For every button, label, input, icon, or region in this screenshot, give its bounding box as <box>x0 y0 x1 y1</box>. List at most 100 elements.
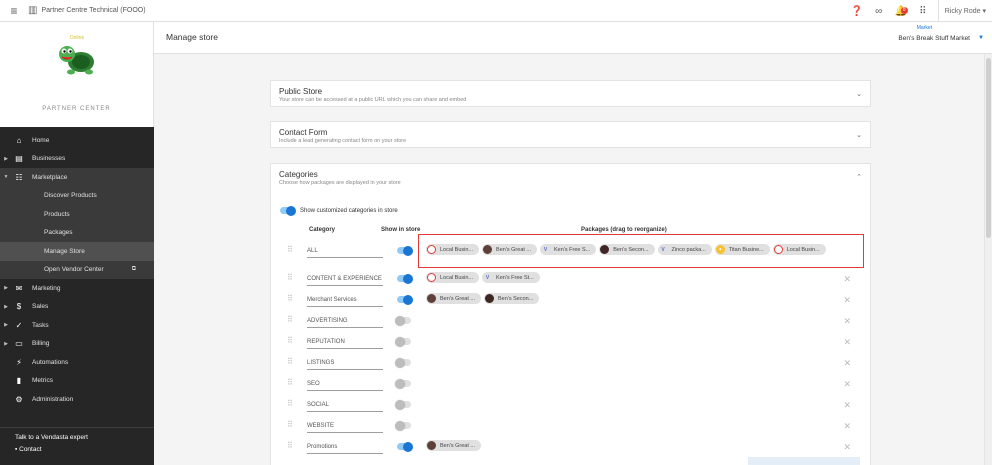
package-icon <box>427 273 436 282</box>
table-row: ⠿ LISTINGS ✕ <box>271 353 871 374</box>
sidebar-item-billing[interactable]: ▶ ▭ Billing <box>0 335 154 354</box>
package-chip[interactable]: Local Busin... <box>426 272 480 283</box>
chevron-down-icon[interactable]: ⌄ <box>856 90 862 98</box>
show-in-store-toggle[interactable] <box>395 315 411 326</box>
billing-icon: ▭ <box>15 339 23 349</box>
category-name-input[interactable]: SOCIAL <box>307 399 383 412</box>
public-store-panel[interactable]: Public Store Your store can be accessed … <box>270 80 871 107</box>
package-chip[interactable]: Ben's Secon... <box>483 293 540 304</box>
remove-category-icon[interactable]: ✕ <box>843 316 851 327</box>
brand-text: PARTNER CENTER <box>42 106 111 112</box>
drag-handle-icon[interactable]: ⠿ <box>287 378 293 387</box>
top-bar: ≡ ▥ Partner Centre Technical (FOOO) ❓ ∞ … <box>0 0 992 22</box>
show-customized-toggle[interactable] <box>280 205 296 216</box>
marketplace-submenu: Discover Products Products Packages Mana… <box>0 186 154 280</box>
drag-handle-icon[interactable]: ⠿ <box>287 336 293 345</box>
sidebar-item-marketplace[interactable]: ▼ ☷ Marketplace <box>0 168 154 187</box>
caret-right-icon: ▶ <box>4 322 8 329</box>
package-chip-label: Ben's Great ... <box>440 442 475 449</box>
caret-down-icon: ▼ <box>3 174 9 181</box>
sidebar-item-discover-products[interactable]: Discover Products <box>0 187 154 206</box>
show-in-store-toggle[interactable] <box>395 357 411 368</box>
package-icon: V <box>485 274 490 281</box>
package-icon <box>427 441 436 450</box>
sidebar-footer: Talk to a Vendasta expert ▪ Contact <box>0 427 154 465</box>
logo-text: Online <box>69 35 84 41</box>
contact-link[interactable]: ▪ Contact <box>15 446 139 453</box>
market-select[interactable]: Ben's Break Stuff Market <box>898 35 970 42</box>
scrollbar-thumb[interactable] <box>986 58 991 238</box>
sidebar-item-metrics[interactable]: ▮ Metrics <box>0 372 154 391</box>
remove-category-icon[interactable]: ✕ <box>843 274 851 285</box>
remove-category-icon[interactable]: ✕ <box>843 442 851 453</box>
help-icon[interactable]: ❓ <box>846 6 868 17</box>
remove-category-icon[interactable]: ✕ <box>843 358 851 369</box>
package-icon <box>427 294 436 303</box>
drag-handle-icon[interactable]: ⠿ <box>287 273 293 282</box>
category-name-input[interactable]: ADVERTISING <box>307 315 383 328</box>
user-menu[interactable]: Ricky Rode ▾ <box>945 7 992 15</box>
sidebar-item-manage-store[interactable]: Manage Store <box>0 242 154 261</box>
remove-category-icon[interactable]: ✕ <box>843 295 851 306</box>
remove-category-icon[interactable]: ✕ <box>843 379 851 390</box>
sidebar-item-businesses[interactable]: ▶ ▤ Businesses <box>0 150 154 169</box>
show-in-store-toggle[interactable] <box>395 420 411 431</box>
package-chip[interactable]: V Ken's Free St... <box>482 272 540 283</box>
sidebar-item-open-vendor-center[interactable]: Open Vendor Center ⧉ <box>0 261 154 280</box>
chevron-down-icon[interactable]: ⌄ <box>856 131 862 139</box>
sidebar-nav: ⌂ Home ▶ ▤ Businesses ▼ ☷ Marketplace Disc… <box>0 127 154 409</box>
show-in-store-toggle[interactable] <box>397 441 413 452</box>
package-chips: Ben's Great ... Ben's Secon... <box>426 293 846 307</box>
category-name-input[interactable]: Merchant Services <box>307 294 383 307</box>
drag-handle-icon[interactable]: ⠿ <box>287 357 293 366</box>
sidebar-item-products[interactable]: Products <box>0 205 154 224</box>
show-in-store-toggle[interactable] <box>397 273 413 284</box>
show-in-store-toggle[interactable] <box>395 336 411 347</box>
notifications-icon[interactable]: 🔔8 <box>890 6 912 17</box>
category-name-input[interactable]: LISTINGS <box>307 357 383 370</box>
category-name-input[interactable]: WEBSITE <box>307 420 383 433</box>
drag-handle-icon[interactable]: ⠿ <box>287 315 293 324</box>
drag-handle-icon[interactable]: ⠿ <box>287 245 293 254</box>
remove-category-icon[interactable]: ✕ <box>843 337 851 348</box>
package-chip[interactable]: Ben's Great ... <box>426 440 481 451</box>
show-in-store-toggle[interactable] <box>397 245 413 256</box>
sidebar-item-packages[interactable]: Packages <box>0 224 154 243</box>
category-name-input[interactable]: Promotions <box>307 441 383 454</box>
chevron-up-icon[interactable]: ⌃ <box>856 173 862 181</box>
package-chip[interactable]: Ben's Great ... <box>426 293 481 304</box>
sidebar: Online PARTNER CENTER ⌂ Home ▶ ▤ Business… <box>0 22 154 465</box>
show-in-store-toggle[interactable] <box>395 399 411 410</box>
dollar-icon: $ <box>16 302 22 312</box>
drag-handle-icon[interactable]: ⠿ <box>287 399 293 408</box>
table-row: ⠿ SOCIAL ✕ <box>271 395 871 416</box>
drag-handle-icon[interactable]: ⠿ <box>287 420 293 429</box>
category-name-input[interactable]: SEO <box>307 378 383 391</box>
apps-grid-icon[interactable]: ⠿ <box>912 6 934 17</box>
show-in-store-toggle[interactable] <box>397 294 413 305</box>
hamburger-menu-icon[interactable]: ≡ <box>0 4 28 18</box>
scrollbar[interactable] <box>984 54 992 465</box>
sidebar-item-sales[interactable]: ▶ $ Sales <box>0 298 154 317</box>
turtle-logo-icon: Online <box>58 35 94 75</box>
sidebar-item-automations[interactable]: ⚡ Automations <box>0 353 154 372</box>
contact-form-panel[interactable]: Contact Form Include a lead generating c… <box>270 121 871 148</box>
link-icon[interactable]: ∞ <box>868 6 890 17</box>
drag-handle-icon[interactable]: ⠿ <box>287 441 293 450</box>
chevron-down-icon[interactable]: ▼ <box>978 35 984 41</box>
caret-right-icon: ▶ <box>4 340 8 347</box>
category-name-input[interactable]: CONTENT & EXPERIENCE <box>307 273 383 286</box>
category-name-input[interactable]: REPUTATION <box>307 336 383 349</box>
drag-handle-icon[interactable]: ⠿ <box>287 294 293 303</box>
sidebar-item-home[interactable]: ⌂ Home <box>0 131 154 150</box>
sidebar-item-marketing[interactable]: ▶ ✉ Marketing <box>0 279 154 298</box>
remove-category-icon[interactable]: ✕ <box>843 421 851 432</box>
show-in-store-toggle[interactable] <box>395 378 411 389</box>
sidebar-item-administration[interactable]: ⚙ Administration <box>0 390 154 409</box>
category-name-input[interactable]: ALL <box>307 245 383 258</box>
package-icon <box>484 294 494 303</box>
businesses-icon: ▤ <box>15 154 23 164</box>
remove-category-icon[interactable]: ✕ <box>843 400 851 411</box>
talk-to-expert-link[interactable]: Talk to a Vendasta expert <box>15 434 139 441</box>
sidebar-item-tasks[interactable]: ▶ ✓ Tasks <box>0 316 154 335</box>
